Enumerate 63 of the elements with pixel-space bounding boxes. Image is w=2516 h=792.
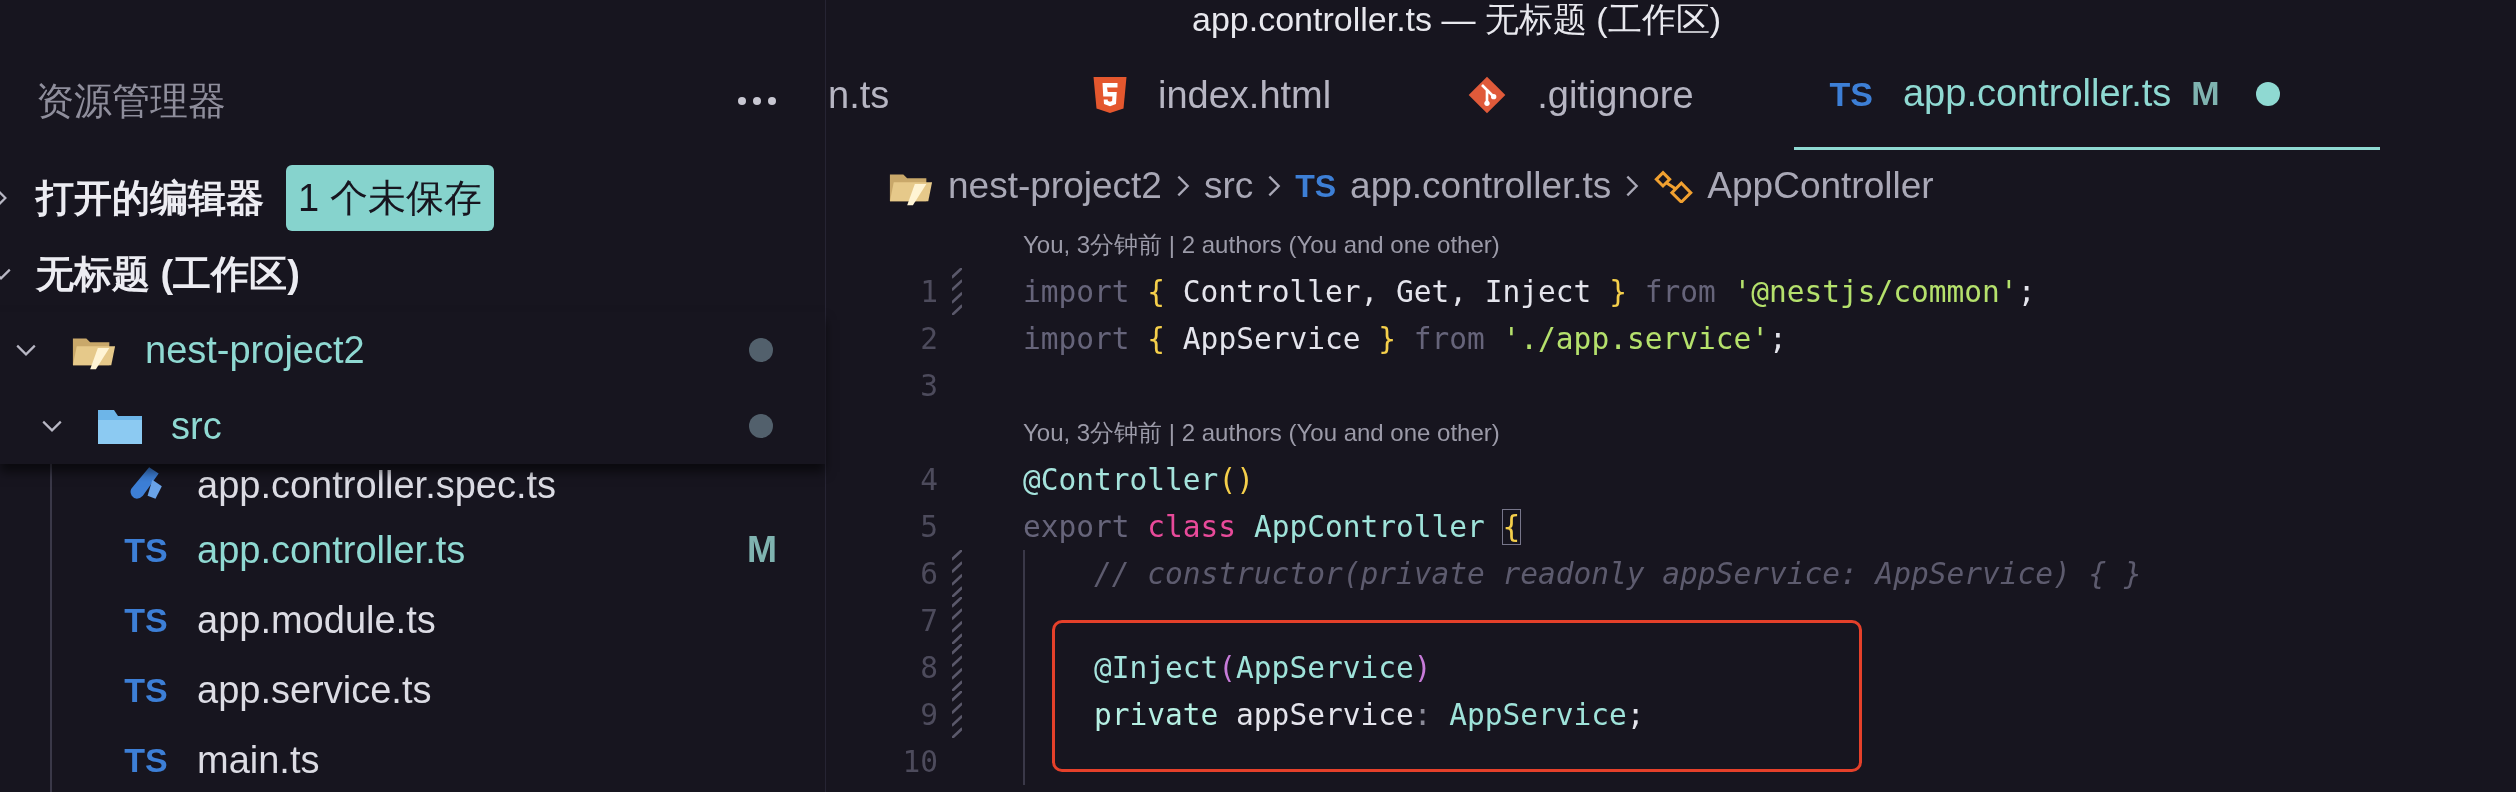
- section-header[interactable]: 无标题 (工作区): [0, 236, 825, 312]
- file-name: main.ts: [197, 739, 320, 781]
- line-number: 1: [919, 273, 938, 311]
- tree-file-row[interactable]: app.controller.spec.ts: [0, 464, 825, 515]
- breadcrumb-item[interactable]: AppController: [1707, 157, 1934, 214]
- code-line: import { Controller, Get, Inject } from '@nestjs/common';: [1023, 273, 2036, 311]
- code-line: private appService: AppService;: [1094, 696, 1645, 734]
- tree-file-row[interactable]: TS app.module.ts: [0, 585, 825, 655]
- tree-folder-row[interactable]: src: [0, 388, 825, 464]
- window-title: app.controller.ts — 无标题 (工作区): [1192, 0, 1721, 38]
- editor-tab[interactable]: .gitignore: [1431, 40, 1794, 150]
- unsaved-badge: 1 个未保存: [286, 165, 494, 231]
- section-label: 打开的编辑器: [36, 175, 264, 221]
- git-status: M: [2191, 73, 2220, 114]
- section-label: 无标题 (工作区): [36, 251, 300, 297]
- code-line: import { AppService } from './app.service';: [1023, 320, 1787, 358]
- tree-file-row[interactable]: TS main.ts: [0, 725, 825, 792]
- line-number: 8: [919, 649, 938, 687]
- sidebar-title: 资源管理器: [36, 78, 226, 124]
- tree-file-row[interactable]: TS app.service.ts: [0, 655, 825, 725]
- breadcrumb-item[interactable]: src: [1203, 157, 1254, 214]
- breadcrumb-item[interactable]: nest-project2: [948, 157, 1162, 214]
- folder-name: nest-project2: [145, 327, 365, 373]
- section-header[interactable]: 打开的编辑器 1 个未保存: [0, 160, 825, 236]
- line-number: 7: [919, 602, 938, 640]
- chevron-icon: [1175, 173, 1190, 198]
- codelens-text[interactable]: You, 3分钟前 | 2 authors (You and one other): [1023, 226, 1500, 263]
- typescript-icon: TS: [124, 673, 168, 707]
- file-name: app.module.ts: [197, 599, 436, 641]
- git-status: M: [747, 528, 777, 572]
- chevron-icon: [1267, 173, 1282, 198]
- typescript-icon: TS: [124, 743, 168, 777]
- more-icon[interactable]: [737, 96, 777, 106]
- html-icon: [1092, 75, 1128, 115]
- code-line: @Controller(): [1023, 461, 1254, 499]
- breadcrumb-item[interactable]: app.controller.ts: [1350, 157, 1612, 214]
- line-number: 5: [919, 508, 938, 546]
- editor-tab[interactable]: TS app.controller.ts M: [1793, 40, 2380, 150]
- file-name: app.controller.spec.ts: [197, 464, 557, 506]
- line-number: 4: [919, 461, 938, 499]
- tree-folder-row[interactable]: nest-project2: [0, 312, 825, 388]
- line-number: 10: [901, 743, 938, 781]
- line-number: 2: [919, 320, 938, 358]
- code-line: // constructor(private readonly appService: AppService) { }: [1094, 555, 2142, 593]
- file-name: app.service.ts: [197, 669, 432, 711]
- code-line: @Inject(AppService): [1094, 649, 1432, 687]
- line-number: 9: [919, 696, 938, 734]
- codelens-text[interactable]: You, 3分钟前 | 2 authors (You and one other): [1023, 414, 1500, 451]
- line-number: 3: [919, 367, 938, 405]
- file-name: app.controller.ts: [197, 529, 466, 571]
- typescript-icon: TS: [1295, 169, 1337, 202]
- git-icon: [1467, 75, 1508, 115]
- folder-name: src: [171, 403, 222, 449]
- typescript-icon: TS: [124, 533, 168, 567]
- tree-file-row[interactable]: TS app.controller.ts M: [0, 515, 825, 585]
- editor-tab[interactable]: index.html: [1056, 40, 1432, 150]
- typescript-icon: TS: [1829, 76, 1873, 111]
- editor-tab[interactable]: n.ts: [826, 40, 1056, 150]
- line-number: 6: [919, 555, 938, 593]
- class-symbol-icon: [1653, 168, 1694, 203]
- chevron-icon: [1625, 173, 1640, 198]
- code-line: export class AppController {: [1023, 508, 1521, 546]
- typescript-icon: TS: [124, 603, 168, 637]
